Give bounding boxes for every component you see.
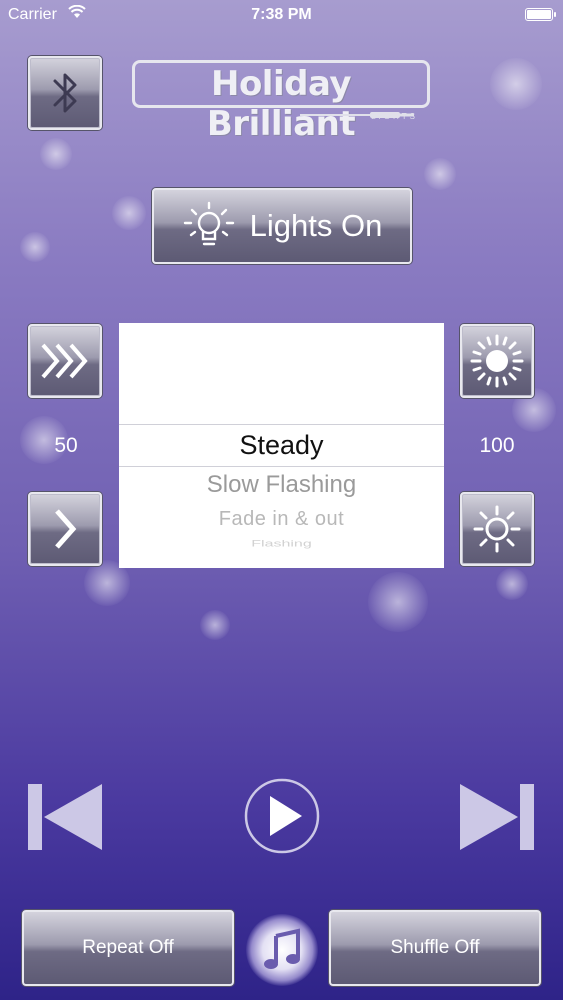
music-button[interactable] — [246, 914, 318, 986]
lights-on-label: Lights On — [249, 208, 383, 243]
skip-previous-icon — [28, 784, 102, 850]
bokeh-light — [490, 58, 542, 110]
previous-button[interactable] — [26, 782, 104, 852]
lights-on-button[interactable]: Lights On — [152, 188, 412, 264]
bokeh-light — [40, 138, 72, 170]
speed-slower-button[interactable] — [28, 492, 102, 566]
chevron-right-icon — [55, 509, 77, 549]
mode-picker[interactable]: Steady Slow Flashing Fade in & out Flash… — [119, 323, 444, 568]
lightbulb-icon — [183, 201, 234, 246]
next-button[interactable] — [458, 782, 536, 852]
bokeh-light — [200, 610, 230, 640]
app-logo: Holiday Brilliant LIGHTS — [132, 60, 432, 144]
bluetooth-button[interactable] — [28, 56, 102, 130]
picker-option[interactable]: Fade in & out — [119, 508, 444, 531]
status-bar: Carrier 7:38 PM — [0, 0, 563, 30]
brightness-down-button[interactable] — [460, 492, 534, 566]
status-time: 7:38 PM — [251, 6, 312, 23]
triple-chevron-right-icon — [41, 343, 88, 379]
logo-text: Holiday Brilliant — [206, 64, 356, 144]
shuffle-button[interactable]: Shuffle Off — [329, 910, 541, 986]
brightness-up-button[interactable] — [460, 324, 534, 398]
picker-option[interactable]: Slow Flashing — [119, 471, 444, 499]
repeat-button[interactable]: Repeat Off — [22, 910, 234, 986]
music-note-icon — [264, 928, 300, 969]
bluetooth-icon — [53, 73, 77, 113]
bokeh-light — [424, 158, 456, 190]
speed-faster-button[interactable] — [28, 324, 102, 398]
repeat-label: Repeat Off — [82, 937, 174, 958]
sun-large-icon — [470, 334, 524, 388]
shuffle-label: Shuffle Off — [390, 937, 480, 958]
play-icon — [244, 778, 320, 854]
skip-next-icon — [460, 784, 534, 850]
bokeh-light — [496, 568, 528, 600]
bokeh-light — [20, 232, 50, 262]
sun-small-icon — [473, 505, 521, 553]
battery-icon — [525, 8, 556, 21]
bokeh-light — [368, 572, 428, 632]
play-button[interactable] — [244, 778, 320, 854]
logo-subtext: LIGHTS — [371, 112, 418, 121]
picker-selected-option[interactable]: Steady — [119, 430, 444, 461]
bokeh-light — [112, 196, 146, 230]
speed-value: 50 — [54, 434, 78, 457]
picker-option[interactable]: Flashing — [119, 539, 444, 550]
brightness-value: 100 — [479, 434, 515, 457]
